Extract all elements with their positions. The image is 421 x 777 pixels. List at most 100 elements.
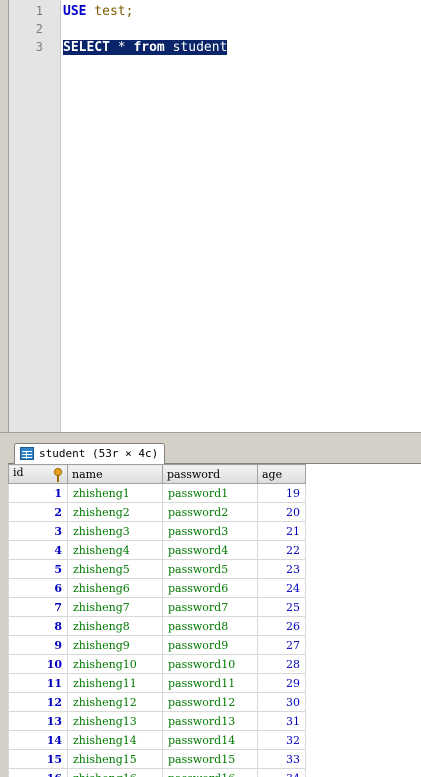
cell-age[interactable]: 22 <box>257 540 306 560</box>
sql-text: * <box>109 40 134 55</box>
cell-id[interactable]: 12 <box>8 692 68 712</box>
cell-name[interactable]: zhisheng12 <box>67 692 163 712</box>
cell-name[interactable]: zhisheng2 <box>67 502 163 522</box>
table-row[interactable]: 10 zhisheng10 password10 28 <box>8 654 306 674</box>
result-grid[interactable]: id name password age 1 zhisheng1 password1… <box>8 464 421 777</box>
cell-name[interactable]: zhisheng4 <box>67 540 163 560</box>
cell-id[interactable]: 11 <box>8 673 68 693</box>
cell-password[interactable]: password12 <box>162 692 258 712</box>
cell-age[interactable]: 32 <box>257 730 306 750</box>
cell-name[interactable]: zhisheng10 <box>67 654 163 674</box>
cell-password[interactable]: password8 <box>162 616 258 636</box>
sql-keyword: from <box>133 40 165 55</box>
cell-id[interactable]: 6 <box>8 578 68 598</box>
cell-name[interactable]: zhisheng13 <box>67 711 163 731</box>
column-header-name[interactable]: name <box>67 464 163 484</box>
table-row[interactable]: 3 zhisheng3 password3 21 <box>8 521 306 541</box>
cell-name[interactable]: zhisheng7 <box>67 597 163 617</box>
cell-age[interactable]: 29 <box>257 673 306 693</box>
cell-id[interactable]: 16 <box>8 768 68 777</box>
cell-age[interactable]: 25 <box>257 597 306 617</box>
cell-age[interactable]: 24 <box>257 578 306 598</box>
cell-password[interactable]: password6 <box>162 578 258 598</box>
cell-id[interactable]: 8 <box>8 616 68 636</box>
cell-name[interactable]: zhisheng5 <box>67 559 163 579</box>
cell-id[interactable]: 5 <box>8 559 68 579</box>
table-row[interactable]: 9 zhisheng9 password9 27 <box>8 635 306 655</box>
cell-password[interactable]: password15 <box>162 749 258 769</box>
cell-password[interactable]: password10 <box>162 654 258 674</box>
cell-password[interactable]: password14 <box>162 730 258 750</box>
cell-id[interactable]: 10 <box>8 654 68 674</box>
cell-password[interactable]: password13 <box>162 711 258 731</box>
table-row[interactable]: 15 zhisheng15 password15 33 <box>8 749 306 769</box>
cell-age[interactable]: 21 <box>257 521 306 541</box>
result-tab[interactable]: student (53r × 4c) <box>14 443 166 464</box>
cell-password[interactable]: password5 <box>162 559 258 579</box>
cell-id[interactable]: 7 <box>8 597 68 617</box>
cell-password[interactable]: password7 <box>162 597 258 617</box>
table-row[interactable]: 16zhisheng16password1634 <box>8 768 306 777</box>
result-tab-label: student (53r × 4c) <box>39 447 159 460</box>
sql-text: test; <box>86 4 134 19</box>
cell-id[interactable]: 13 <box>8 711 68 731</box>
table-row[interactable]: 2 zhisheng2 password2 20 <box>8 502 306 522</box>
cell-id[interactable]: 4 <box>8 540 68 560</box>
table-row[interactable]: 11 zhisheng11 password11 29 <box>8 673 306 693</box>
line-number-gutter: 1 2 3 <box>9 0 61 433</box>
table-row[interactable]: 12 zhisheng12 password12 30 <box>8 692 306 712</box>
cell-id[interactable]: 2 <box>8 502 68 522</box>
cell-name[interactable]: zhisheng14 <box>67 730 163 750</box>
table-row[interactable]: 8 zhisheng8 password8 26 <box>8 616 306 636</box>
cell-password[interactable]: password16 <box>162 768 258 777</box>
cell-name[interactable]: zhisheng15 <box>67 749 163 769</box>
cell-name[interactable]: zhisheng9 <box>67 635 163 655</box>
column-header-id[interactable]: id <box>8 464 68 484</box>
table-row[interactable]: 5 zhisheng5 password5 23 <box>8 559 306 579</box>
cell-id[interactable]: 1 <box>8 483 68 503</box>
sql-keyword: USE <box>63 4 87 19</box>
table-row[interactable]: 6 zhisheng6 password6 24 <box>8 578 306 598</box>
cell-name[interactable]: zhisheng3 <box>67 521 163 541</box>
result-tab-bar: student (53r × 4c) <box>8 441 421 464</box>
cell-password[interactable]: password3 <box>162 521 258 541</box>
cell-age[interactable]: 31 <box>257 711 306 731</box>
cell-name[interactable]: zhisheng1 <box>67 483 163 503</box>
table-row[interactable]: 1 zhisheng1 password1 19 <box>8 483 306 503</box>
cell-password[interactable]: password11 <box>162 673 258 693</box>
cell-age[interactable]: 30 <box>257 692 306 712</box>
cell-id[interactable]: 3 <box>8 521 68 541</box>
code-line-1[interactable]: USE test; <box>63 3 133 21</box>
cell-age[interactable]: 28 <box>257 654 306 674</box>
table-row[interactable]: 14 zhisheng14 password14 32 <box>8 730 306 750</box>
cell-password[interactable]: password4 <box>162 540 258 560</box>
cell-password[interactable]: password2 <box>162 502 258 522</box>
cell-age[interactable]: 19 <box>257 483 306 503</box>
cell-id[interactable]: 9 <box>8 635 68 655</box>
table-row[interactable]: 7 zhisheng7 password7 25 <box>8 597 306 617</box>
cell-id[interactable]: 15 <box>8 749 68 769</box>
cell-name[interactable]: zhisheng8 <box>67 616 163 636</box>
sql-editor[interactable]: 1 2 3 USE test; SELECT * from student <box>8 0 421 433</box>
cell-password[interactable]: password9 <box>162 635 258 655</box>
cell-id[interactable]: 14 <box>8 730 68 750</box>
cell-age[interactable]: 34 <box>257 768 306 777</box>
cell-age[interactable]: 33 <box>257 749 306 769</box>
header-row: id name password age <box>8 464 306 484</box>
table-row[interactable]: 4 zhisheng4 password4 22 <box>8 540 306 560</box>
cell-name[interactable]: zhisheng16 <box>67 768 163 777</box>
table-row[interactable]: 13 zhisheng13 password13 31 <box>8 711 306 731</box>
cell-age[interactable]: 20 <box>257 502 306 522</box>
column-header-age[interactable]: age <box>257 464 306 484</box>
cell-age[interactable]: 27 <box>257 635 306 655</box>
cell-password[interactable]: password1 <box>162 483 258 503</box>
column-header-password[interactable]: password <box>162 464 258 484</box>
cell-name[interactable]: zhisheng6 <box>67 578 163 598</box>
splitter[interactable] <box>0 432 421 439</box>
column-header-label: id <box>13 466 24 479</box>
cell-name[interactable]: zhisheng11 <box>67 673 163 693</box>
code-line-3[interactable]: SELECT * from student <box>63 39 228 57</box>
sql-keyword: SELECT <box>63 40 110 55</box>
cell-age[interactable]: 26 <box>257 616 306 636</box>
cell-age[interactable]: 23 <box>257 559 306 579</box>
